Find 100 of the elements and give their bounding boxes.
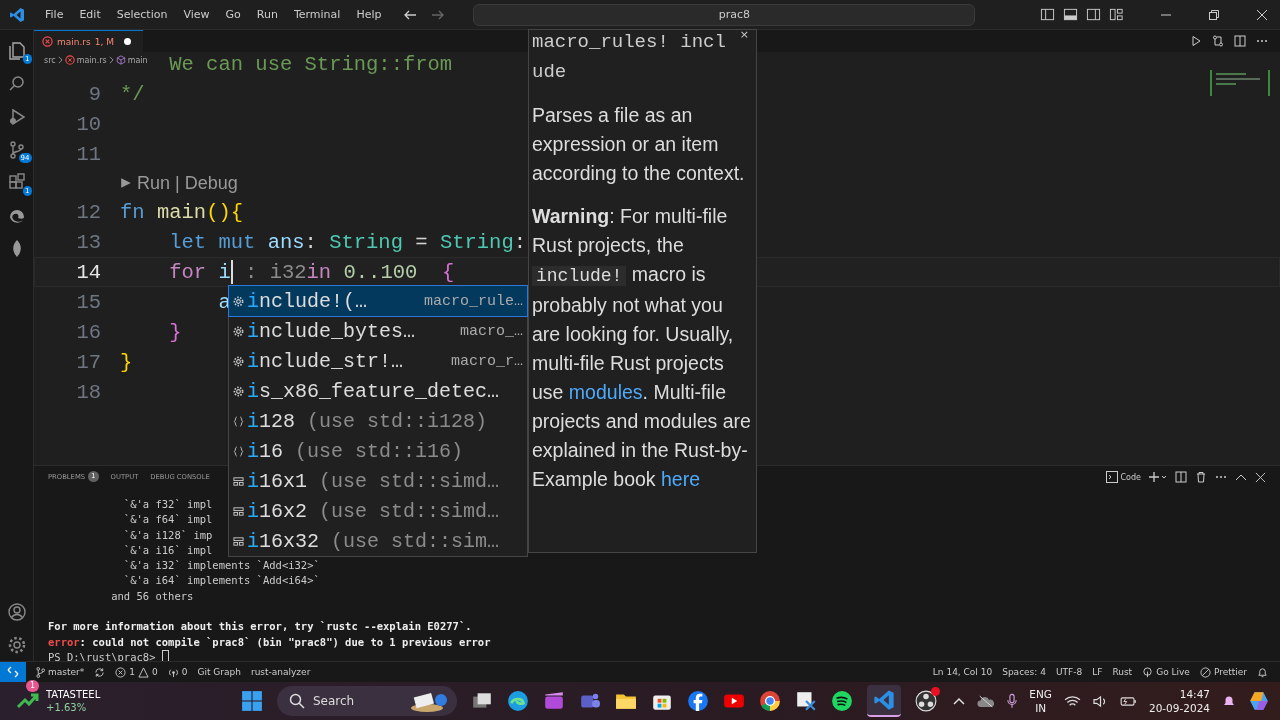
documentation-link[interactable]: modules — [568, 381, 643, 403]
terminal-line: error: could not compile `prac8` (bin "prac8") due to 1 previous error — [48, 634, 491, 650]
menu-item[interactable]: Go — [217, 8, 249, 21]
wifi-icon[interactable] — [1063, 694, 1081, 708]
status-item[interactable]: UTF-8 — [1055, 667, 1083, 677]
chrome-icon[interactable] — [759, 690, 781, 712]
copilot-icon[interactable] — [1248, 690, 1270, 712]
start-icon[interactable] — [241, 690, 263, 712]
codelens-link[interactable]: Debug — [184, 172, 238, 194]
prettier-button[interactable]: Prettier — [1199, 666, 1247, 678]
vscode-logo-icon — [9, 6, 25, 23]
struct-icon — [233, 535, 244, 547]
status-item[interactable]: LF — [1092, 667, 1103, 677]
suggestion-item[interactable]: include_bytes… macro_… — [229, 316, 527, 346]
edge-icon[interactable] — [507, 690, 529, 712]
code-editor-icon[interactable] — [873, 689, 895, 711]
sync-icon[interactable] — [94, 666, 106, 678]
more-icon[interactable] — [1215, 475, 1227, 479]
run-icon[interactable] — [1190, 35, 1202, 47]
obs-icon[interactable] — [915, 690, 937, 712]
restore-icon[interactable] — [1208, 8, 1220, 21]
line-number: 13 — [75, 230, 101, 254]
suggestion-item[interactable]: i16x1 (use std::simd… — [229, 466, 527, 496]
status-item[interactable]: Spaces: 4 — [1002, 667, 1046, 677]
sidebar-toggle-icon[interactable] — [1040, 7, 1055, 22]
terminal-line: `&'a i16` impl — [122, 542, 213, 558]
terminal-line: and 56 others — [110, 588, 194, 604]
settings-icon[interactable] — [6, 634, 27, 655]
taskbar-search[interactable]: Search — [277, 686, 457, 716]
account-icon[interactable] — [6, 601, 27, 622]
split-editor-icon[interactable] — [1234, 35, 1246, 47]
breadcrumb-item[interactable]: main.rs — [76, 55, 107, 65]
remote-icon — [7, 666, 19, 678]
more-icon[interactable] — [1256, 39, 1268, 43]
clapperboard-icon[interactable] — [543, 690, 565, 712]
menu-item[interactable]: Run — [248, 8, 286, 21]
status-item[interactable]: rust-analyzer — [250, 667, 311, 677]
microphone-icon[interactable] — [1007, 693, 1018, 709]
suggestion-item[interactable]: is_x86_feature_detec… — [229, 376, 527, 406]
new-terminal-icon[interactable] — [1149, 471, 1167, 483]
go-live-button[interactable]: Go Live — [1142, 666, 1190, 678]
codelens-separator: | — [175, 172, 180, 194]
terminal-selector[interactable]: Code — [1105, 471, 1141, 483]
status-item[interactable]: Git Graph — [197, 667, 241, 677]
layout-icon[interactable] — [1109, 7, 1124, 22]
compare-icon[interactable] — [1212, 35, 1224, 47]
breadcrumb-item[interactable]: main — [127, 55, 148, 65]
gear-icon — [233, 355, 244, 367]
files-icon[interactable] — [6, 40, 27, 61]
close-icon[interactable] — [1256, 8, 1268, 21]
clock[interactable]: 14:47 20-09-2024 — [1148, 687, 1210, 715]
suggestion-item[interactable]: i16 (use std::i16) — [229, 436, 527, 466]
trash-icon[interactable] — [1195, 471, 1207, 483]
suggestion-item[interactable]: include!(… macro_rule… — [229, 286, 527, 316]
volume-icon[interactable] — [1092, 694, 1108, 708]
remote-button[interactable] — [0, 662, 26, 682]
secondary-sidebar-icon[interactable] — [1086, 7, 1101, 22]
snipping-tool-icon[interactable] — [795, 690, 817, 712]
code-line: } — [120, 350, 133, 374]
stock-name[interactable]: TATASTEEL — [46, 688, 101, 701]
language-indicator[interactable]: ENG IN — [1029, 687, 1052, 715]
status-item[interactable]: Rust — [1112, 667, 1133, 677]
branch-button[interactable]: master* — [36, 666, 85, 678]
menu-item[interactable]: View — [175, 8, 218, 21]
struct-icon — [233, 505, 244, 517]
problems-button[interactable]: 1 0 — [115, 666, 158, 678]
close-button[interactable]: × — [739, 30, 749, 41]
menu-item[interactable]: Terminal — [285, 8, 349, 21]
status-item[interactable]: Ln 14, Col 10 — [932, 667, 993, 677]
search-field[interactable]: Search — [311, 693, 403, 709]
menu-item[interactable]: File — [37, 8, 72, 21]
cube-icon — [115, 55, 126, 65]
stock-change: +1.63% — [46, 701, 88, 714]
ports-button[interactable]: 0 — [167, 666, 188, 678]
suggestion-item[interactable]: i128 (use std::i128) — [229, 406, 527, 436]
split-terminal-icon[interactable] — [1175, 471, 1187, 483]
panel-toggle-icon[interactable] — [1063, 7, 1078, 22]
command-center[interactable]: prac8 — [473, 3, 976, 26]
editor-tab[interactable]: main.rs 1, M — [34, 30, 143, 52]
maximize-panel-icon[interactable] — [1235, 473, 1247, 481]
menu-item[interactable]: Edit — [71, 8, 109, 21]
bell-icon[interactable] — [1257, 666, 1268, 678]
documentation-link[interactable]: here — [661, 468, 701, 490]
battery-icon[interactable] — [1119, 695, 1137, 707]
suggestion-item[interactable]: i16x2 (use std::simd… — [229, 496, 527, 526]
suggestion-item[interactable]: include_str!… macro_r… — [229, 346, 527, 376]
menu-item[interactable]: Help — [348, 8, 390, 21]
suggestion-item[interactable]: i16x32 (use std::sim… — [229, 526, 527, 556]
breadcrumb-item[interactable]: src — [44, 55, 56, 65]
cloud-offline-icon[interactable] — [977, 694, 996, 708]
terminal-line: `&'a f32` impl — [122, 497, 213, 512]
spotify-icon[interactable] — [831, 690, 853, 712]
documentation-text: Warning: For multi-file Rust projects, the include! macro is probably not what you are looking for. Usually, multi-file Rust projects use modules. Multi-file projects and modules are explained in the Rust-by-Example book here — [532, 204, 752, 492]
facebook-icon[interactable] — [687, 690, 709, 712]
close-icon[interactable] — [1255, 471, 1266, 483]
chevron-up-icon[interactable] — [953, 697, 966, 705]
trend-up-icon[interactable] — [16, 691, 40, 711]
codelens-link[interactable]: Run — [137, 172, 171, 194]
menu-item[interactable]: Selection — [108, 8, 176, 21]
terminal-line: `&'a i128` imp — [122, 527, 213, 543]
